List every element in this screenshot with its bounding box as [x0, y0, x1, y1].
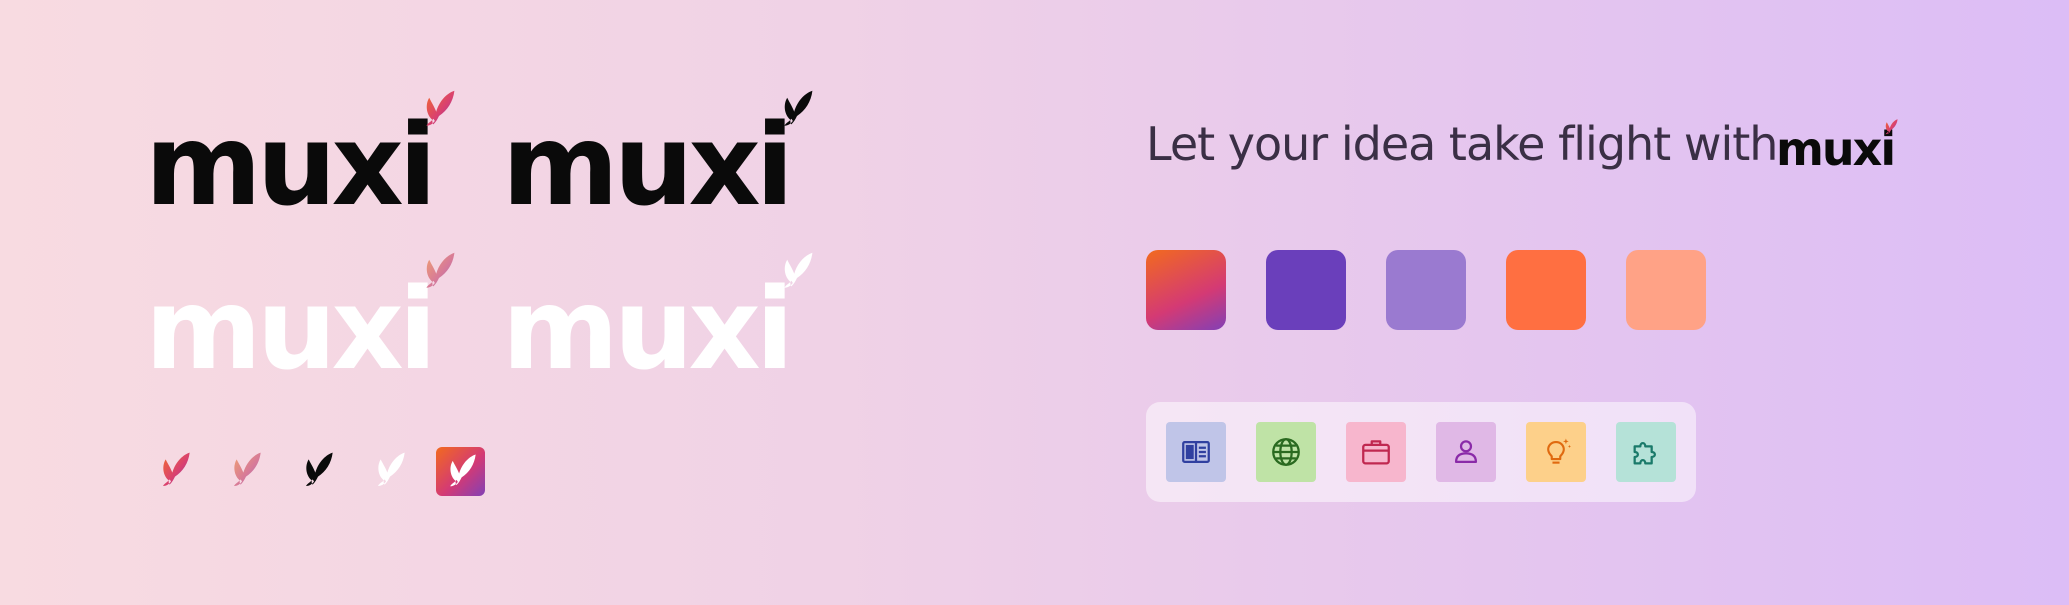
muted-gradient-bird-icon — [226, 450, 266, 490]
tile-globe — [1256, 422, 1316, 482]
logo-wordmark-white-1: muxi — [145, 265, 437, 395]
logo-wordmark-black-1: muxi — [145, 101, 437, 231]
puzzle-icon — [1633, 442, 1656, 465]
logo-wordmark-white-2: muxi — [502, 265, 794, 395]
gradient-bird-icon — [155, 450, 195, 490]
tile-user — [1436, 422, 1496, 482]
swatch-deep-purple — [1266, 250, 1346, 330]
gradient-bird-icon — [418, 88, 460, 130]
briefcase-icon — [1362, 440, 1390, 465]
lightbulb-icon — [1547, 438, 1572, 464]
globe-icon — [1272, 438, 1300, 466]
white-bird-icon — [776, 250, 818, 292]
swatch-brand-gradient — [1146, 250, 1226, 330]
tagline-brand-wordmark: muxi — [1776, 122, 1896, 176]
black-bird-icon — [298, 450, 338, 490]
user-icon — [1454, 440, 1478, 464]
tile-briefcase — [1346, 422, 1406, 482]
gradient-bird-icon — [1882, 118, 1900, 136]
swatch-lavender — [1386, 250, 1466, 330]
white-bird-icon — [370, 450, 410, 490]
muted-gradient-bird-icon — [418, 250, 460, 292]
book-open-icon — [1182, 440, 1210, 464]
logo-wordmark-black-2: muxi — [502, 101, 794, 231]
app-icon — [436, 447, 485, 496]
tile-puzzle — [1616, 422, 1676, 482]
tagline: Let your idea take flight with — [1146, 117, 1778, 171]
swatch-peach — [1626, 250, 1706, 330]
black-bird-icon — [776, 88, 818, 130]
swatch-orange — [1506, 250, 1586, 330]
tile-book — [1166, 422, 1226, 482]
tile-lightbulb — [1526, 422, 1586, 482]
icon-tray — [1146, 402, 1696, 502]
